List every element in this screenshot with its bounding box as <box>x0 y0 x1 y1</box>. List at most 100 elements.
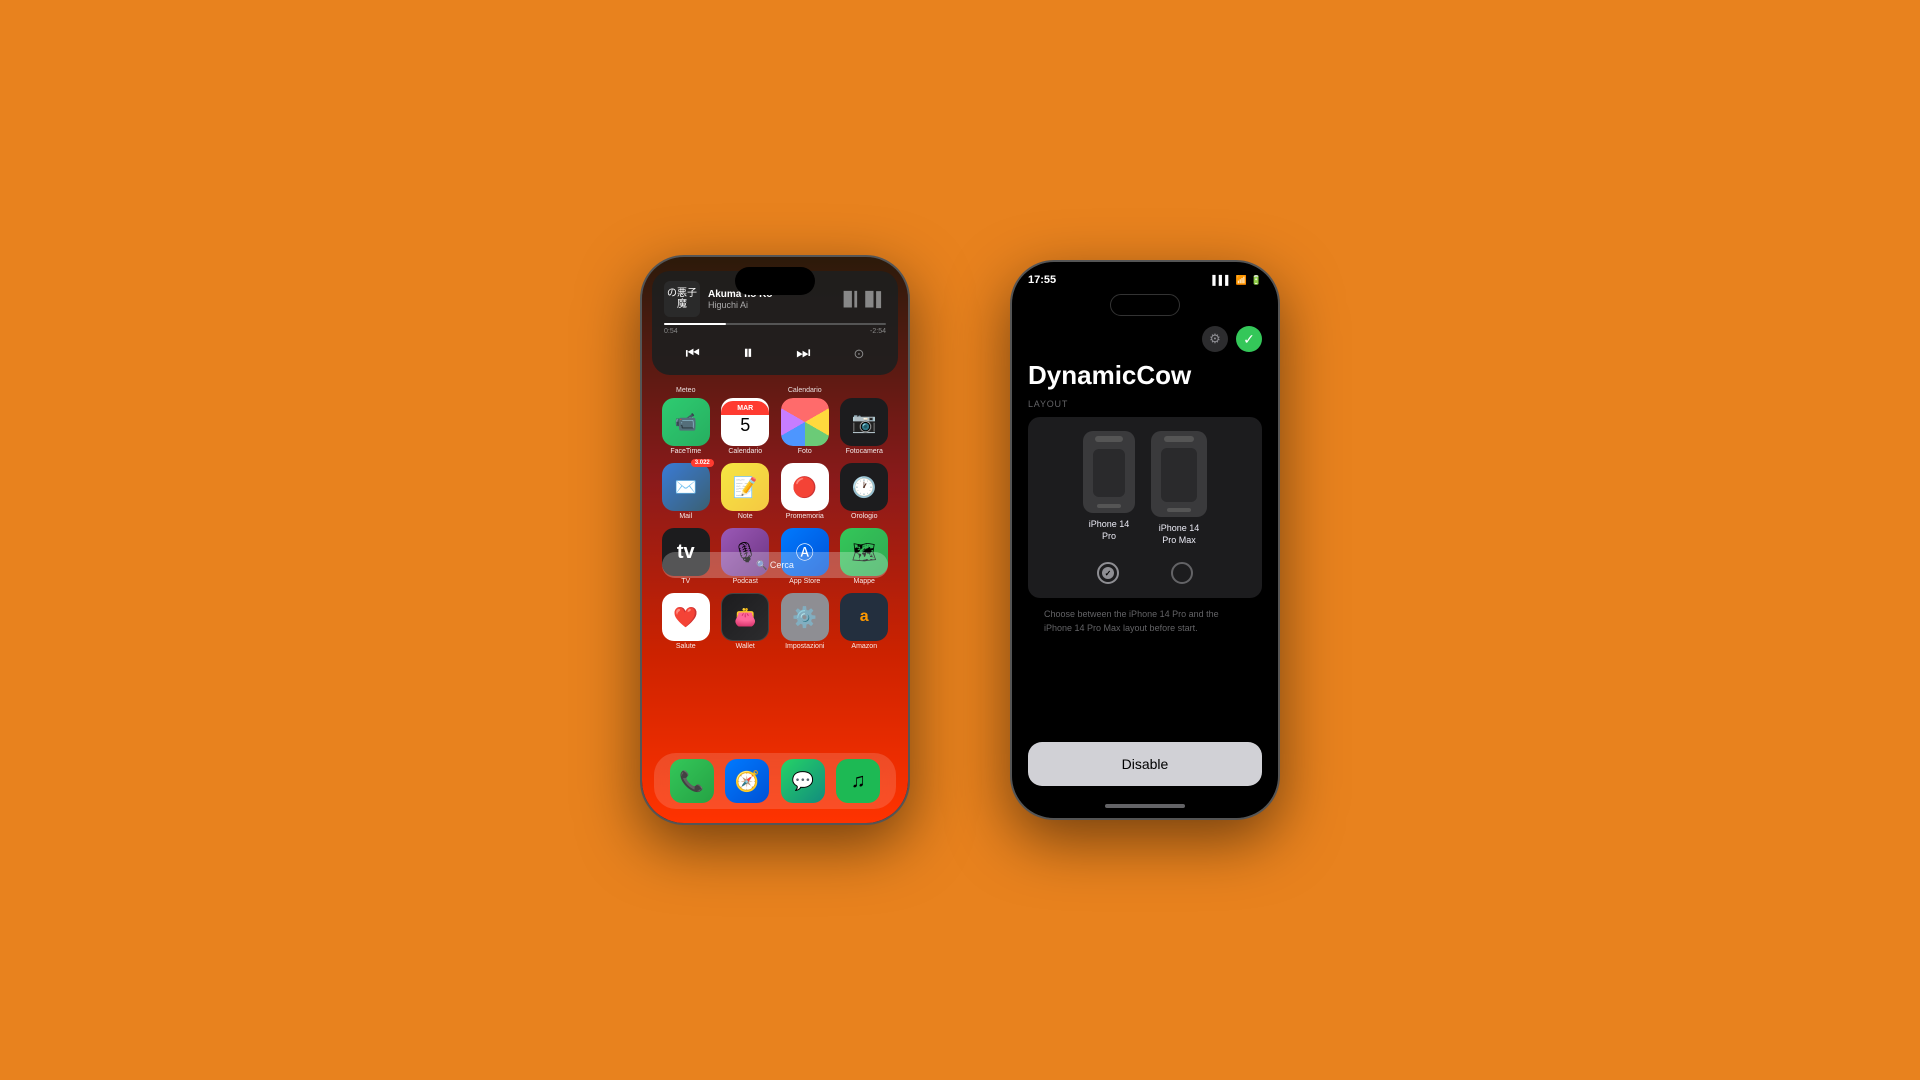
app-icon-calendario: MAR 5 <box>721 398 769 446</box>
app-title: DynamicCow <box>1012 356 1278 399</box>
radio-check-icon: ✓ <box>1105 569 1112 578</box>
folder-labels: Meteo Calendario <box>656 387 894 394</box>
app-item-amazon[interactable]: a Amazon <box>838 593 890 650</box>
description-text: Choose between the iPhone 14 Pro and the… <box>1028 598 1262 641</box>
time-current: 0:54 <box>664 328 678 335</box>
wifi-icon: 📶 <box>1236 275 1247 286</box>
app-item-impostazioni[interactable]: ⚙️ Impostazioni <box>779 593 831 650</box>
app-label-amazon: Amazon <box>851 643 877 650</box>
layout-card: iPhone 14Pro iPhone 14Pro Max <box>1028 417 1262 598</box>
app-label-mail: Mail <box>679 513 692 520</box>
phone-silhouette-14pro <box>1083 431 1135 513</box>
mail-badge: 3.022 <box>691 459 714 467</box>
app-row-1: 📹 FaceTime MAR 5 Calendario <box>656 398 894 455</box>
radio-14pro[interactable]: ✓ <box>1097 562 1119 584</box>
app-label-note: Note <box>738 513 753 520</box>
app-icon-salute: ❤️ <box>662 593 710 641</box>
check-icon-button[interactable]: ✓ <box>1236 326 1262 352</box>
airplay-button[interactable]: ⊙ <box>854 346 865 362</box>
phone-silhouette-14promax <box>1151 431 1207 517</box>
waveform-icon: ▊▎▊▌ <box>844 291 886 308</box>
dock-icon-spotify: ♫ <box>836 759 880 803</box>
app-row-2: ✉️ 3.022 Mail 📝 Note 🔴 <box>656 463 894 520</box>
app-label-appstore: App Store <box>789 578 820 585</box>
fast-forward-button[interactable]: ⏭ <box>796 345 810 363</box>
dock-item-whatsapp[interactable]: 💬 <box>777 759 829 803</box>
app-icon-amazon: a <box>840 593 888 641</box>
app-icon-facetime: 📹 <box>662 398 710 446</box>
app-icon-mail: ✉️ 3.022 <box>662 463 710 511</box>
album-art: の悪子魔 <box>664 281 700 317</box>
app-icon-note: 📝 <box>721 463 769 511</box>
layout-section-label: LAYOUT <box>1028 399 1262 409</box>
app-icon-wallet: 👛 <box>721 593 769 641</box>
left-iphone: の悪子魔 Akuma no Ko Higuchi Ai ▊▎▊▌ 0:54 -2… <box>640 255 910 825</box>
search-bar[interactable]: 🔍 Cerca <box>662 552 888 578</box>
phone-bottom-bar-2 <box>1167 508 1191 512</box>
app-label-foto: Foto <box>798 448 812 455</box>
right-phone-header: ⚙ ✓ <box>1012 320 1278 356</box>
right-iphone: 17:55 ▌▌▌ 📶 🔋 ⚙ ✓ DynamicCow <box>1010 260 1280 820</box>
left-iphone-screen: の悪子魔 Akuma no Ko Higuchi Ai ▊▎▊▌ 0:54 -2… <box>642 257 908 823</box>
app-icon-fotocamera: 📷 <box>840 398 888 446</box>
folder-label-calendario: Calendario <box>777 387 832 394</box>
dock-item-phone[interactable]: 📞 <box>666 759 718 803</box>
progress-fill <box>664 323 726 325</box>
app-label-impostazioni: Impostazioni <box>785 643 824 650</box>
play-pause-button[interactable]: ⏸ <box>743 342 753 365</box>
rewind-button[interactable]: ⏮ <box>686 345 700 363</box>
phone-options: iPhone 14Pro iPhone 14Pro Max <box>1042 431 1248 546</box>
app-label-mappe: Mappe <box>854 578 875 585</box>
settings-icon-button[interactable]: ⚙ <box>1202 326 1228 352</box>
dock-item-safari[interactable]: 🧭 <box>721 759 773 803</box>
app-item-promemoria[interactable]: 🔴 Promemoria <box>779 463 831 520</box>
folder-label-meteo: Meteo <box>658 387 713 394</box>
app-item-note[interactable]: 📝 Note <box>719 463 771 520</box>
music-artist: Higuchi Ai <box>708 300 836 310</box>
phone-option-label-14pro: iPhone 14Pro <box>1089 519 1130 542</box>
app-label-salute: Salute <box>676 643 696 650</box>
progress-times: 0:54 -2:54 <box>664 328 886 335</box>
phone-option-14promax[interactable]: iPhone 14Pro Max <box>1151 431 1207 546</box>
app-icon-impostazioni: ⚙️ <box>781 593 829 641</box>
photos-icon-graphic <box>781 398 829 446</box>
app-label-tv: TV <box>681 578 690 585</box>
radio-container: ✓ <box>1042 562 1248 584</box>
app-item-facetime[interactable]: 📹 FaceTime <box>660 398 712 455</box>
dock-icon-phone: 📞 <box>670 759 714 803</box>
app-item-salute[interactable]: ❤️ Salute <box>660 593 712 650</box>
disable-button[interactable]: Disable <box>1028 742 1262 786</box>
dock-item-spotify[interactable]: ♫ <box>832 759 884 803</box>
phone-bottom-bar-1 <box>1097 504 1121 508</box>
battery-icon: 🔋 <box>1251 275 1262 286</box>
phone-option-14pro[interactable]: iPhone 14Pro <box>1083 431 1135 546</box>
music-controls: ⏮ ⏸ ⏭ ⊙ <box>664 340 886 367</box>
app-row-4: ❤️ Salute 👛 Wallet ⚙️ Impo <box>656 593 894 650</box>
app-icon-orologio: 🕐 <box>840 463 888 511</box>
radio-inner-14pro: ✓ <box>1102 567 1114 579</box>
app-grid: Meteo Calendario 📹 FaceTime <box>642 387 908 658</box>
dynamic-island-left <box>735 267 815 295</box>
dock: 📞 🧭 💬 ♫ <box>654 753 896 809</box>
app-item-mail[interactable]: ✉️ 3.022 Mail <box>660 463 712 520</box>
time-remaining: -2:54 <box>870 328 886 335</box>
app-item-wallet[interactable]: 👛 Wallet <box>719 593 771 650</box>
app-item-calendario[interactable]: MAR 5 Calendario <box>719 398 771 455</box>
app-label-calendario: Calendario <box>728 448 762 455</box>
app-label-facetime: FaceTime <box>670 448 701 455</box>
app-item-orologio[interactable]: 🕐 Orologio <box>838 463 890 520</box>
status-bar: 17:55 ▌▌▌ 📶 🔋 <box>1012 262 1278 290</box>
dock-icon-safari: 🧭 <box>725 759 769 803</box>
radio-14promax[interactable] <box>1171 562 1193 584</box>
search-label: 🔍 Cerca <box>756 560 794 571</box>
status-icons: ▌▌▌ 📶 🔋 <box>1212 275 1262 286</box>
progress-bar[interactable]: 0:54 -2:54 <box>664 323 886 335</box>
layout-section: LAYOUT iPhone 14Pro <box>1012 399 1278 732</box>
status-time: 17:55 <box>1028 274 1056 286</box>
phone-option-label-14promax: iPhone 14Pro Max <box>1159 523 1200 546</box>
app-item-foto[interactable]: Foto <box>779 398 831 455</box>
app-item-fotocamera[interactable]: 📷 Fotocamera <box>838 398 890 455</box>
home-indicator <box>1105 804 1185 808</box>
dock-icon-whatsapp: 💬 <box>781 759 825 803</box>
app-icon-promemoria: 🔴 <box>781 463 829 511</box>
